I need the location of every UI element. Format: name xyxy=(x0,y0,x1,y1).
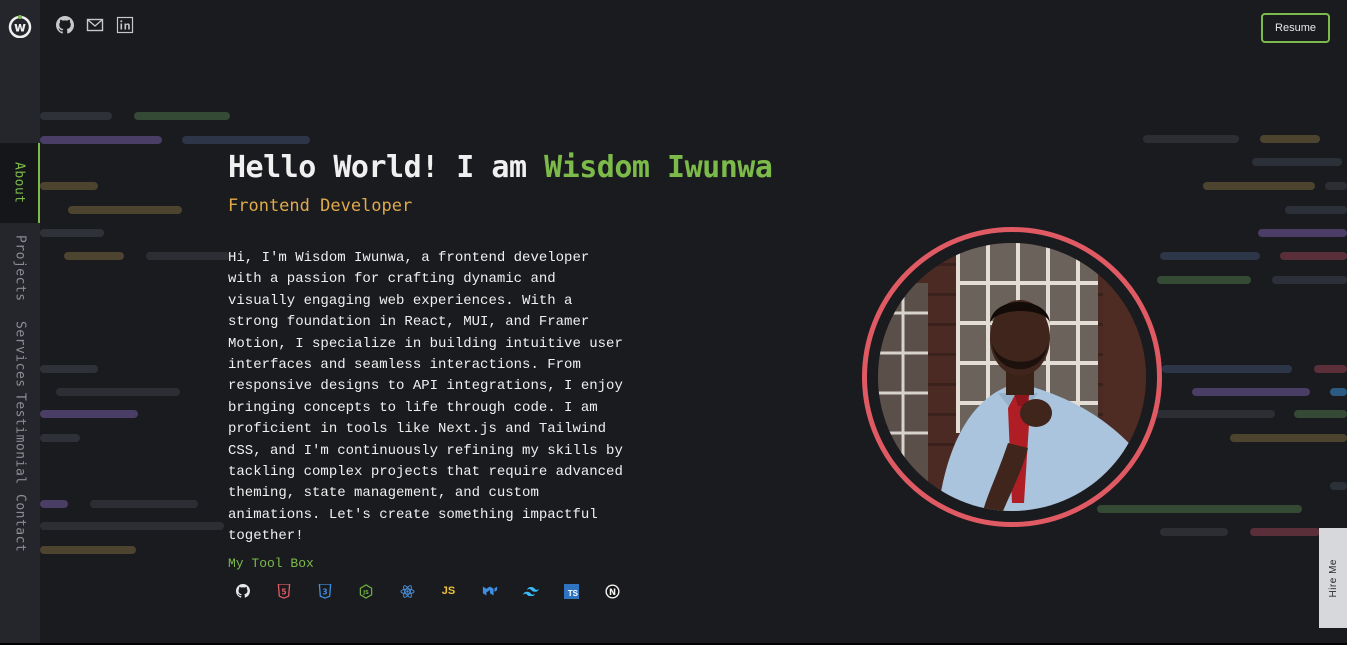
profile-photo-ring xyxy=(862,227,1162,527)
social-links xyxy=(56,16,134,34)
typescript-icon: TS xyxy=(564,582,605,600)
nav-item-services[interactable]: Services xyxy=(0,316,40,392)
nav-label: About xyxy=(11,162,27,204)
html5-icon: 5 xyxy=(277,582,318,600)
github-icon xyxy=(236,582,277,600)
toolbox-title: My Tool Box xyxy=(228,556,314,571)
nav-item-projects[interactable]: Projects xyxy=(0,230,40,306)
hero-bio: Hi, I'm Wisdom Iwunwa, a frontend develo… xyxy=(228,250,623,545)
toolbox-icons: 5 3 JS JS TS N xyxy=(236,582,646,600)
nav-item-about[interactable]: About xyxy=(0,143,40,223)
svg-text:5: 5 xyxy=(281,587,286,596)
nodejs-icon: JS xyxy=(359,582,400,600)
site-logo[interactable]: w xyxy=(8,14,32,39)
hire-me-label: Hire Me xyxy=(1327,558,1339,598)
react-icon xyxy=(400,582,441,600)
tailwind-icon xyxy=(523,582,564,600)
nav-label: Services xyxy=(12,320,28,388)
nextjs-icon: N xyxy=(605,582,646,600)
javascript-icon: JS xyxy=(441,585,456,597)
nav-label: Projects xyxy=(12,234,28,302)
github-icon[interactable] xyxy=(56,16,74,34)
resume-button[interactable]: Resume xyxy=(1261,13,1330,43)
nav-item-testimonial[interactable]: Testimonial xyxy=(0,393,40,485)
hire-me-button[interactable]: Hire Me xyxy=(1319,528,1347,628)
css3-icon: 3 xyxy=(318,582,359,600)
nav-label: Contact xyxy=(12,493,28,553)
sidebar: w About Projects Services Testimonial Co… xyxy=(0,0,40,645)
hero-greeting: Hello World! I am xyxy=(228,150,545,185)
mail-icon[interactable] xyxy=(86,16,104,34)
hero-role: Frontend Developer xyxy=(228,196,413,216)
linkedin-icon[interactable] xyxy=(116,16,134,34)
hero-name: Wisdom Iwunwa xyxy=(544,150,773,185)
nav-label: Testimonial xyxy=(12,393,28,485)
svg-text:w: w xyxy=(14,21,26,36)
svg-text:JS: JS xyxy=(362,589,369,595)
hero-title: Hello World! I am Wisdom Iwunwa xyxy=(228,150,773,185)
svg-text:N: N xyxy=(609,586,616,596)
profile-photo xyxy=(878,243,1146,511)
mui-icon xyxy=(482,582,523,600)
nav-item-contact[interactable]: Contact xyxy=(0,491,40,555)
svg-text:3: 3 xyxy=(322,587,327,596)
